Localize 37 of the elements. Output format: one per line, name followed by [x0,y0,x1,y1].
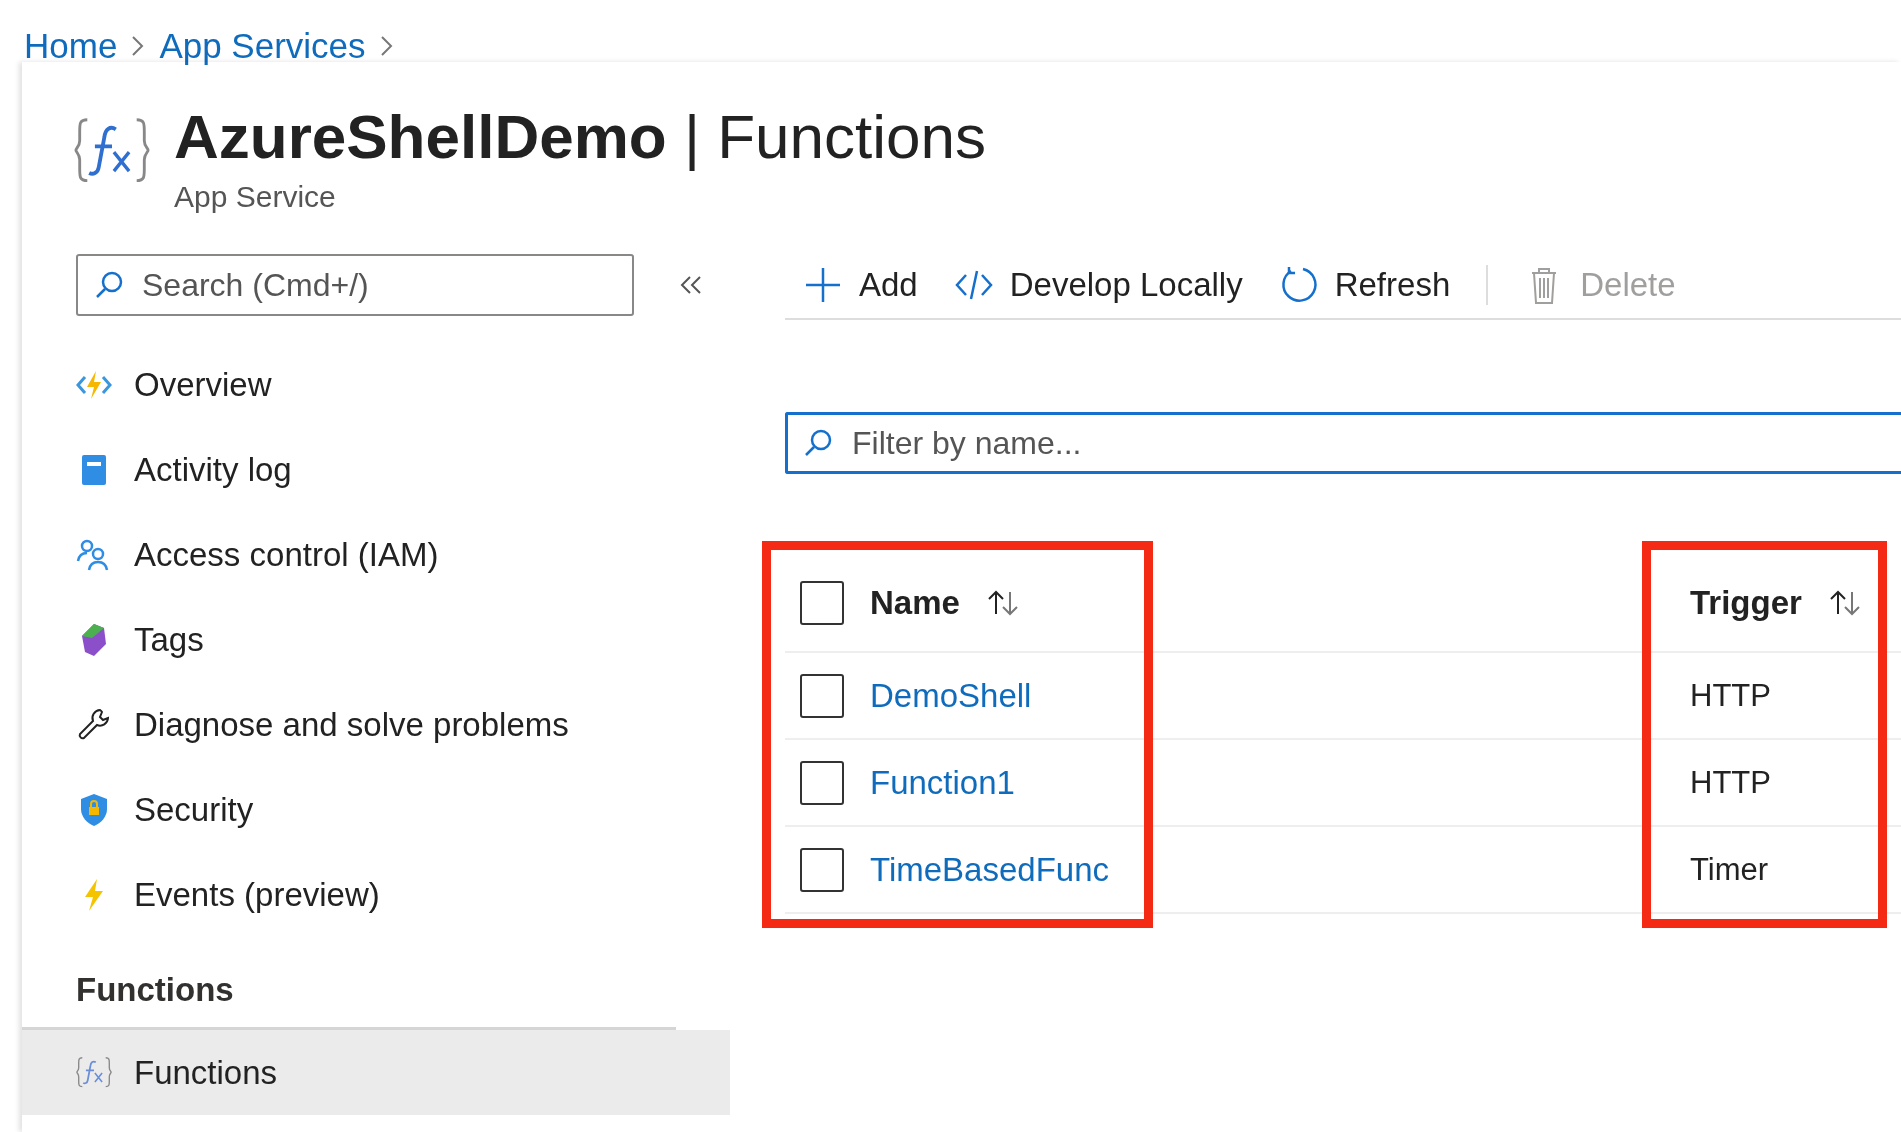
function-link[interactable]: TimeBasedFunc [870,850,1110,889]
search-field[interactable]: Search (Cmd+/) [76,254,634,316]
search-icon [803,428,833,458]
plus-icon [803,265,843,305]
function-icon [74,116,150,185]
checkbox[interactable] [800,580,844,625]
function-link[interactable]: DemoShell [870,676,1032,715]
page-subtitle: App Service [174,180,337,214]
chevron-right-icon [379,34,394,58]
collapse-icon[interactable] [680,275,702,295]
function-link[interactable]: Function1 [870,763,1015,802]
sidebar-item[interactable]: Diagnose and solve problems [22,682,730,767]
column-header[interactable]: Name [870,583,960,622]
checkbox[interactable] [800,847,844,892]
page-title: AzureShellDemo | Functions [174,102,987,172]
sidebar-item[interactable]: Events (preview) [22,852,730,937]
table-cell: HTTP [1690,677,1771,714]
toolbar-button[interactable]: Refresh [1278,265,1451,305]
sidebar-item[interactable]: Functions [22,1030,730,1115]
table-cell: HTTP [1690,764,1771,801]
table-cell: Timer [1690,851,1769,888]
search-icon [94,270,124,300]
sidebar-item[interactable]: Tags [22,597,730,682]
function-icon [76,1056,112,1089]
toolbar-button[interactable]: Add [803,265,918,305]
sidebar-item[interactable]: Access control (IAM) [22,512,730,597]
sidebar-item[interactable]: Overview [22,342,730,427]
checkbox[interactable] [800,673,844,718]
checkbox[interactable] [800,760,844,805]
chevron-right-icon [131,34,146,58]
breadcrumb-link[interactable]: App Services [159,26,366,66]
toolbar-button[interactable]: Develop Locally [953,265,1243,305]
breadcrumb-link[interactable]: Home [24,26,118,66]
filter-field[interactable]: Filter by name... [785,412,1901,474]
sidebar-item[interactable]: Activity log [22,427,730,512]
column-header[interactable]: Trigger [1690,583,1802,622]
sidebar-item[interactable]: Security [22,767,730,852]
